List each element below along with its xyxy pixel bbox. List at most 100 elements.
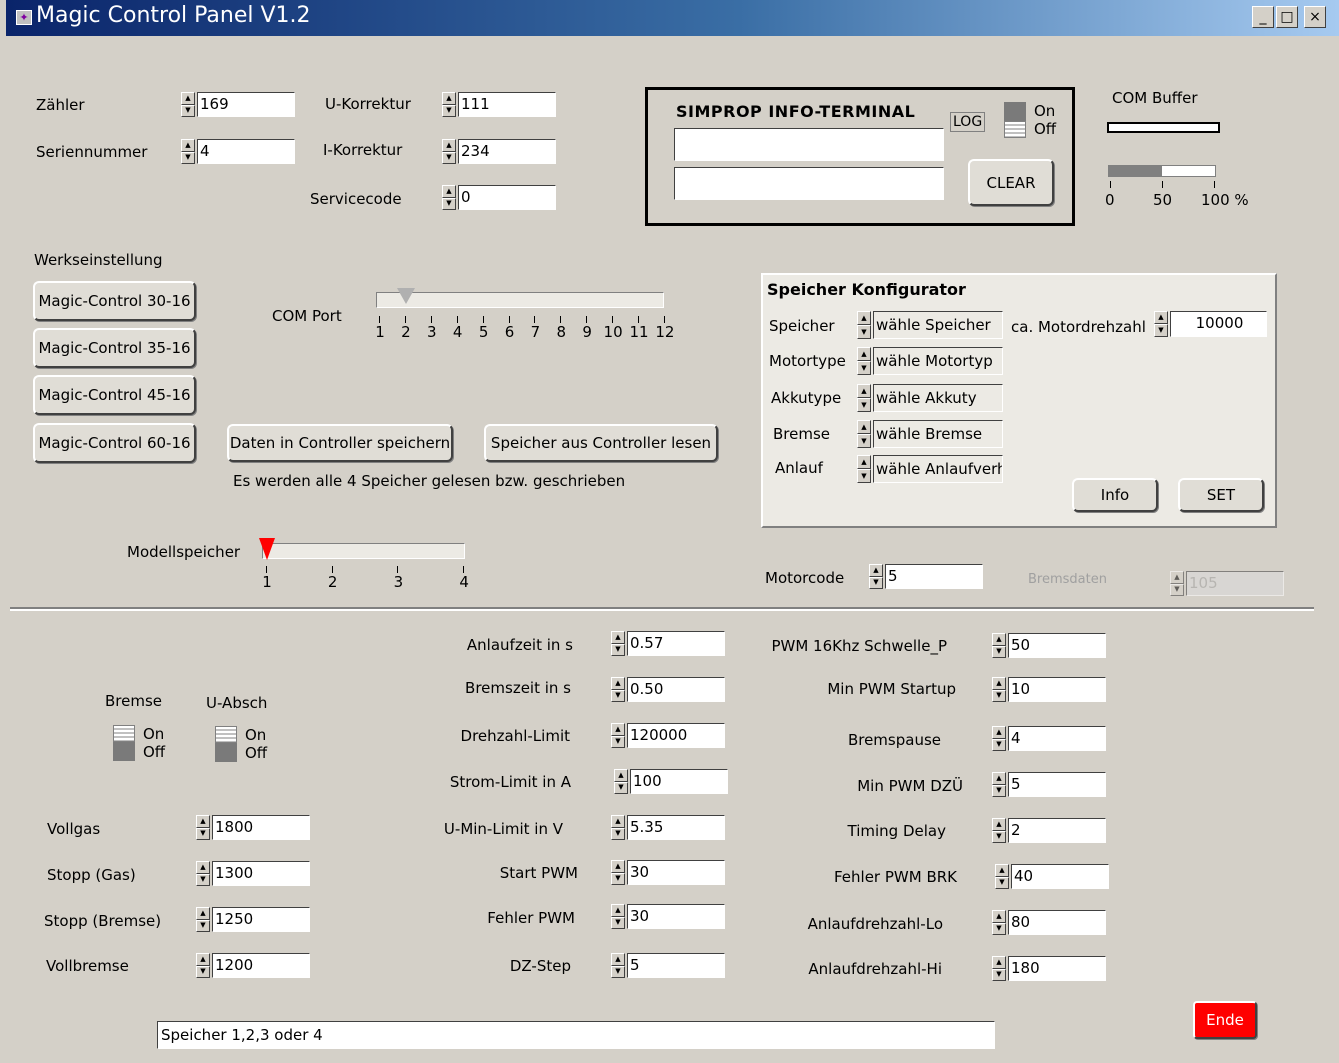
- bremse-toggle[interactable]: On Off: [113, 725, 173, 763]
- bremse-value[interactable]: wähle Bremse: [873, 420, 1003, 448]
- save-to-controller-button[interactable]: Daten in Controller speichern: [227, 424, 453, 462]
- com-port-slider-thumb[interactable]: [396, 288, 415, 304]
- vollbremse-field[interactable]: 1200: [212, 953, 310, 978]
- minimize-button[interactable]: _: [1252, 6, 1274, 28]
- u-min-limit-field[interactable]: 5.35: [627, 815, 725, 840]
- spin-arrows-icon[interactable]: ▲ ▼: [196, 907, 210, 932]
- spin-arrows-icon[interactable]: ▲ ▼: [857, 420, 871, 448]
- stopp-gas-field[interactable]: 1300: [212, 861, 310, 886]
- min-pwm-startup-field[interactable]: 10: [1008, 677, 1106, 702]
- close-button[interactable]: ×: [1304, 6, 1326, 28]
- spin-arrows-icon[interactable]: ▲ ▼: [442, 92, 456, 117]
- anlaufzeit-spinner[interactable]: ▲ ▼ 0.57: [611, 631, 725, 656]
- motordrehzahl-spinner[interactable]: ▲ ▼ 10000: [1154, 311, 1267, 337]
- u-absch-toggle[interactable]: On Off: [215, 726, 275, 764]
- servicecode-field[interactable]: 0: [458, 185, 556, 210]
- stopp-bremse-spinner[interactable]: ▲ ▼ 1250: [196, 907, 310, 932]
- i-korrektur-spinner[interactable]: ▲ ▼ 234: [442, 139, 556, 164]
- spin-arrows-icon[interactable]: ▲ ▼: [992, 772, 1006, 797]
- vollgas-field[interactable]: 1800: [212, 815, 310, 840]
- spin-arrows-icon[interactable]: ▲ ▼: [992, 818, 1006, 843]
- spin-arrows-icon[interactable]: ▲ ▼: [1154, 311, 1168, 337]
- spin-arrows-icon[interactable]: ▲ ▼: [614, 769, 628, 794]
- min-pwm-startup-spinner[interactable]: ▲ ▼ 10: [992, 677, 1106, 702]
- motortype-select[interactable]: ▲ ▼ wähle Motortyp: [857, 347, 1003, 375]
- motortype-value[interactable]: wähle Motortyp: [873, 347, 1003, 375]
- u-korrektur-field[interactable]: 111: [458, 92, 556, 117]
- strom-limit-spinner[interactable]: ▲ ▼ 100: [614, 769, 728, 794]
- maximize-button[interactable]: □: [1276, 6, 1298, 28]
- info-button[interactable]: Info: [1072, 478, 1158, 512]
- strom-limit-field[interactable]: 100: [630, 769, 728, 794]
- ende-button[interactable]: Ende: [1193, 1001, 1257, 1039]
- motorcode-field[interactable]: 5: [885, 564, 983, 589]
- bremspause-spinner[interactable]: ▲ ▼ 4: [992, 726, 1106, 751]
- clear-button[interactable]: CLEAR: [968, 159, 1054, 206]
- anlaufdrehzahl-lo-field[interactable]: 80: [1008, 910, 1106, 935]
- preset-45-16-button[interactable]: Magic-Control 45-16: [33, 375, 196, 415]
- stopp-bremse-field[interactable]: 1250: [212, 907, 310, 932]
- start-pwm-field[interactable]: 30: [627, 860, 725, 885]
- vollbremse-spinner[interactable]: ▲ ▼ 1200: [196, 953, 310, 978]
- speicher-select[interactable]: ▲ ▼ wähle Speicher: [857, 311, 1003, 339]
- dz-step-spinner[interactable]: ▲ ▼ 5: [611, 953, 725, 978]
- terminal-line-2[interactable]: [674, 167, 944, 200]
- bremse-select[interactable]: ▲ ▼ wähle Bremse: [857, 420, 1003, 448]
- spin-arrows-icon[interactable]: ▲ ▼: [992, 726, 1006, 751]
- read-from-controller-button[interactable]: Speicher aus Controller lesen: [484, 424, 718, 462]
- spin-arrows-icon[interactable]: ▲ ▼: [611, 723, 625, 748]
- spin-arrows-icon[interactable]: ▲ ▼: [857, 347, 871, 375]
- speicher-value[interactable]: wähle Speicher: [873, 311, 1003, 339]
- spin-arrows-icon[interactable]: ▲ ▼: [196, 953, 210, 978]
- spin-arrows-icon[interactable]: ▲ ▼: [992, 677, 1006, 702]
- timing-delay-spinner[interactable]: ▲ ▼ 2: [992, 818, 1106, 843]
- pwm-schwelle-spinner[interactable]: ▲ ▼ 50: [992, 633, 1106, 658]
- timing-delay-field[interactable]: 2: [1008, 818, 1106, 843]
- akkutype-value[interactable]: wähle Akkuty: [873, 384, 1003, 412]
- set-button[interactable]: SET: [1178, 478, 1264, 512]
- spin-arrows-icon[interactable]: ▲ ▼: [869, 564, 883, 589]
- seriennummer-field[interactable]: 4: [197, 139, 295, 164]
- spin-arrows-icon[interactable]: ▲ ▼: [196, 861, 210, 886]
- zaehler-field[interactable]: 169: [197, 92, 295, 117]
- preset-35-16-button[interactable]: Magic-Control 35-16: [33, 328, 196, 368]
- com-port-slider[interactable]: [376, 292, 664, 308]
- i-korrektur-field[interactable]: 234: [458, 139, 556, 164]
- min-pwm-dzu-field[interactable]: 5: [1008, 772, 1106, 797]
- vollgas-spinner[interactable]: ▲ ▼ 1800: [196, 815, 310, 840]
- anlaufdrehzahl-lo-spinner[interactable]: ▲ ▼ 80: [992, 910, 1106, 935]
- spin-arrows-icon[interactable]: ▲ ▼: [857, 455, 871, 483]
- drehzahl-limit-field[interactable]: 120000: [627, 723, 725, 748]
- spin-arrows-icon[interactable]: ▲ ▼: [611, 860, 625, 885]
- min-pwm-dzu-spinner[interactable]: ▲ ▼ 5: [992, 772, 1106, 797]
- spin-arrows-icon[interactable]: ▲ ▼: [611, 953, 625, 978]
- spin-arrows-icon[interactable]: ▲ ▼: [181, 92, 195, 117]
- bremszeit-field[interactable]: 0.50: [627, 677, 725, 702]
- fehler-pwm-brk-spinner[interactable]: ▲ ▼ 40: [995, 864, 1109, 889]
- spin-arrows-icon[interactable]: ▲ ▼: [196, 815, 210, 840]
- terminal-line-1[interactable]: [674, 128, 944, 161]
- anlauf-select[interactable]: ▲ ▼ wähle Anlaufverh: [857, 455, 1003, 483]
- fehler-pwm-field[interactable]: 30: [627, 904, 725, 929]
- start-pwm-spinner[interactable]: ▲ ▼ 30: [611, 860, 725, 885]
- spin-arrows-icon[interactable]: ▲ ▼: [442, 185, 456, 210]
- drehzahl-limit-spinner[interactable]: ▲ ▼ 120000: [611, 723, 725, 748]
- spin-arrows-icon[interactable]: ▲ ▼: [181, 139, 195, 164]
- anlaufdrehzahl-hi-field[interactable]: 180: [1008, 956, 1106, 981]
- anlauf-value[interactable]: wähle Anlaufverh: [873, 455, 1003, 483]
- spin-arrows-icon[interactable]: ▲ ▼: [857, 311, 871, 339]
- servicecode-spinner[interactable]: ▲ ▼ 0: [442, 185, 556, 210]
- spin-arrows-icon[interactable]: ▲ ▼: [611, 677, 625, 702]
- bremspause-field[interactable]: 4: [1008, 726, 1106, 751]
- stopp-gas-spinner[interactable]: ▲ ▼ 1300: [196, 861, 310, 886]
- zaehler-spinner[interactable]: ▲ ▼ 169: [181, 92, 295, 117]
- u-min-limit-spinner[interactable]: ▲ ▼ 5.35: [611, 815, 725, 840]
- motordrehzahl-value[interactable]: 10000: [1170, 311, 1267, 337]
- spin-arrows-icon[interactable]: ▲ ▼: [992, 910, 1006, 935]
- seriennummer-spinner[interactable]: ▲ ▼ 4: [181, 139, 295, 164]
- spin-arrows-icon[interactable]: ▲ ▼: [442, 139, 456, 164]
- modellspeicher-slider-thumb[interactable]: [259, 538, 275, 560]
- anlaufdrehzahl-hi-spinner[interactable]: ▲ ▼ 180: [992, 956, 1106, 981]
- spin-arrows-icon[interactable]: ▲ ▼: [992, 956, 1006, 981]
- anlaufzeit-field[interactable]: 0.57: [627, 631, 725, 656]
